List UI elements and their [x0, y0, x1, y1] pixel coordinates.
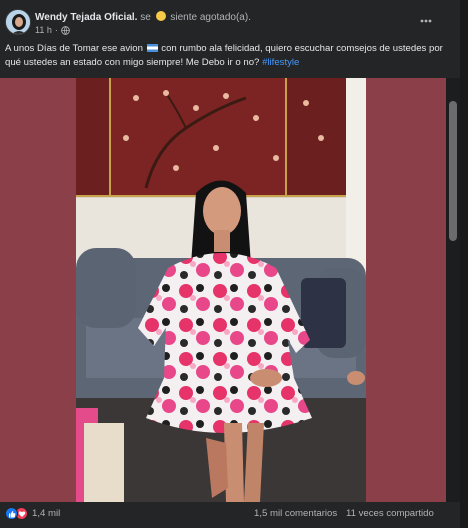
author-line: Wendy Tejada Oficial. se siente agotado(…	[35, 11, 251, 23]
post-header: Wendy Tejada Oficial. se siente agotado(…	[0, 0, 460, 40]
hashtag-link[interactable]: #lifestyle	[262, 57, 299, 68]
scrollbar-thumb[interactable]	[449, 101, 457, 241]
post-card: Wendy Tejada Oficial. se siente agotado(…	[0, 0, 460, 528]
like-reaction-icon	[5, 507, 18, 520]
shares-count[interactable]: 11 veces compartido	[346, 508, 434, 519]
author-name[interactable]: Wendy Tejada Oficial	[35, 12, 135, 23]
comments-count[interactable]: 1,5 mil comentarios	[254, 508, 337, 519]
post-time[interactable]: 11 h	[35, 25, 52, 35]
feeling-prefix: se	[140, 12, 151, 23]
flag-emoji	[146, 44, 158, 52]
scrollbar[interactable]	[446, 78, 460, 502]
globe-icon	[61, 25, 70, 35]
post-text: A unos Días de Tomar ese avion con rumbo…	[5, 43, 443, 68]
post-meta: 11 h ·	[35, 25, 70, 35]
post-photo[interactable]	[76, 78, 366, 502]
tired-face-emoji	[155, 11, 166, 21]
author-avatar[interactable]	[5, 9, 31, 35]
reactions-summary[interactable]: 1,4 mil	[5, 507, 60, 520]
post-footer: 1,4 mil 1,5 mil comentarios 11 veces com…	[0, 502, 460, 528]
post-media[interactable]	[0, 78, 446, 502]
reaction-count: 1,4 mil	[32, 508, 61, 519]
more-options-icon[interactable]	[419, 14, 433, 28]
feeling-text: siente agotado(a).	[170, 12, 251, 23]
